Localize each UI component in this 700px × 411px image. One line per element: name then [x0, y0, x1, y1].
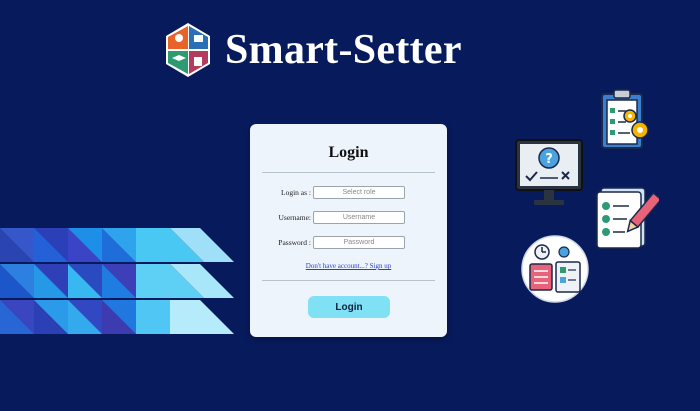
login-card: Login Login as : Select role Username: U… — [250, 124, 447, 337]
role-select[interactable]: Select role — [313, 186, 405, 199]
monitor-question-icon: ? — [515, 139, 583, 205]
login-button[interactable]: Login — [308, 296, 390, 318]
signup-link[interactable]: Don't have account...? Sign up — [250, 262, 447, 270]
triangle-mosaic-decoration — [0, 228, 234, 334]
brand-title: Smart-Setter — [225, 27, 462, 73]
password-row: Password : Password — [250, 236, 447, 249]
password-input[interactable]: Password — [313, 236, 405, 249]
login-as-row: Login as : Select role — [250, 186, 447, 199]
divider — [262, 280, 435, 281]
brand-header: Smart-Setter — [163, 22, 462, 78]
password-label: Password : — [278, 238, 311, 247]
username-input[interactable]: Username — [313, 211, 405, 224]
calendar-documents-icon — [521, 235, 589, 303]
username-label: Username: — [278, 213, 312, 222]
username-row: Username: Username — [250, 211, 447, 224]
checklist-pencil-icon — [596, 187, 659, 249]
smart-setter-logo-icon — [166, 23, 210, 77]
clipboard-gears-icon — [601, 89, 649, 149]
login-title: Login — [328, 144, 369, 161]
divider — [262, 172, 435, 173]
login-as-label: Login as : — [281, 188, 311, 197]
svg-text:?: ? — [545, 152, 553, 167]
